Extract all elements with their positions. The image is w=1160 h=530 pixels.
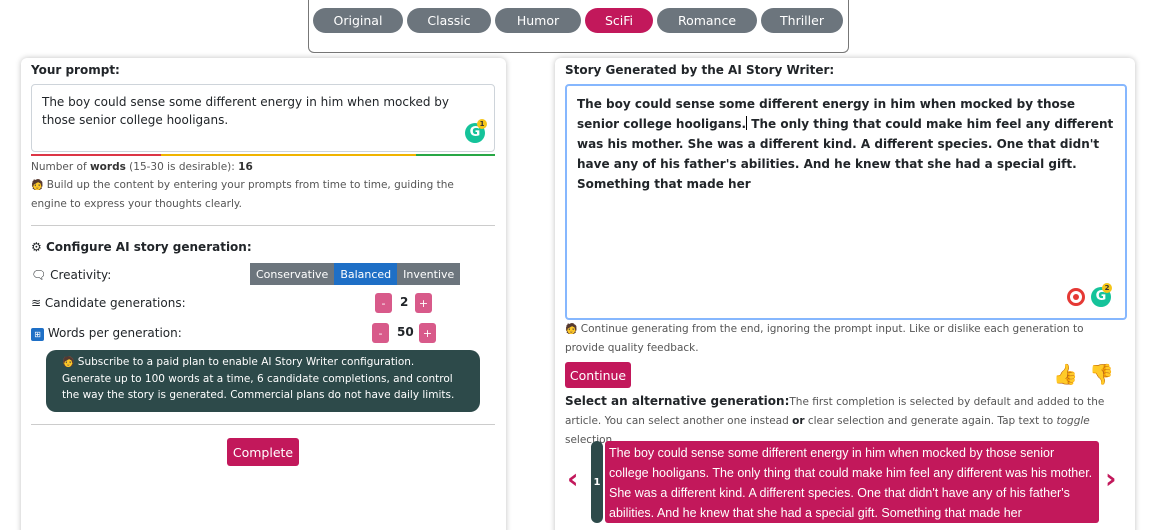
story-panel: Story Generated by the AI Story Writer: …	[555, 58, 1135, 530]
word-count-meter	[31, 154, 495, 156]
creativity-selector: Conservative Balanced Inventive	[250, 263, 461, 285]
genre-selector: Original Classic Humor SciFi Romance Thr…	[308, 0, 849, 53]
candidates-plus-button[interactable]: +	[415, 293, 432, 313]
person-icon: 🧑	[31, 180, 44, 191]
subscribe-notice: 🧑 Subscribe to a paid plan to enable AI …	[46, 350, 480, 412]
words-value: 50	[397, 325, 414, 339]
word-count-text: Number of words (15-30 is desirable): 16	[31, 161, 253, 173]
divider	[31, 424, 495, 425]
candidates-label: ≊ Candidate generations:	[31, 296, 186, 310]
previous-arrow-icon[interactable]: ‹	[567, 462, 579, 495]
creativity-label: 🗨 Creativity:	[31, 268, 112, 282]
alt-index-badge: 1	[591, 441, 603, 523]
next-arrow-icon[interactable]: ›	[1105, 462, 1117, 495]
story-label: Story Generated by the AI Story Writer:	[565, 63, 835, 77]
creativity-inventive-button[interactable]: Inventive	[397, 263, 461, 285]
candidates-value: 2	[400, 295, 409, 309]
genre-original-button[interactable]: Original	[313, 8, 403, 33]
branch-icon: ≊	[31, 296, 42, 310]
genre-romance-button[interactable]: Romance	[657, 8, 757, 33]
thumbs-up-icon[interactable]: 👍	[1053, 362, 1078, 386]
creativity-balanced-button[interactable]: Balanced	[334, 263, 398, 285]
gear-icon: ⚙	[31, 240, 42, 254]
candidates-minus-button[interactable]: -	[375, 293, 392, 313]
person-icon: 🧑	[565, 324, 578, 335]
prompt-label: Your prompt:	[31, 63, 120, 77]
calculator-icon: ⊞	[31, 328, 44, 341]
complete-button[interactable]: Complete	[227, 438, 299, 466]
grammarly-count-badge: 1	[477, 119, 487, 129]
story-output[interactable]: The boy could sense some different energ…	[565, 84, 1127, 320]
genre-humor-button[interactable]: Humor	[495, 8, 581, 33]
word-count-value: 16	[238, 161, 253, 173]
speech-bubble-icon: 🗨	[31, 268, 47, 282]
alt-generation-card[interactable]: The boy could sense some different energ…	[605, 441, 1099, 523]
genre-scifi-button[interactable]: SciFi	[585, 8, 653, 33]
creativity-conservative-button[interactable]: Conservative	[250, 263, 335, 285]
words-minus-button[interactable]: -	[372, 323, 389, 343]
person-icon: 🧑	[62, 357, 75, 368]
thumbs-down-icon[interactable]: 👎	[1089, 362, 1114, 386]
config-title: ⚙ Configure AI story generation:	[31, 240, 252, 254]
prompt-tip: 🧑 Build up the content by entering your …	[31, 179, 454, 210]
prompt-input[interactable]: The boy could sense some different energ…	[31, 84, 495, 152]
target-icon	[1067, 288, 1085, 306]
prompt-text: The boy could sense some different energ…	[42, 95, 449, 127]
genre-classic-button[interactable]: Classic	[407, 8, 491, 33]
continue-tip: 🧑 Continue generating from the end, igno…	[565, 323, 1084, 354]
genre-thriller-button[interactable]: Thriller	[761, 8, 843, 33]
continue-button[interactable]: Continue	[565, 362, 631, 388]
divider	[31, 225, 495, 226]
words-label: ⊞ Words per generation:	[31, 326, 182, 341]
words-plus-button[interactable]: +	[419, 323, 436, 343]
grammarly-count-badge: 2	[1102, 283, 1112, 293]
prompt-panel: Your prompt: The boy could sense some di…	[21, 58, 506, 530]
